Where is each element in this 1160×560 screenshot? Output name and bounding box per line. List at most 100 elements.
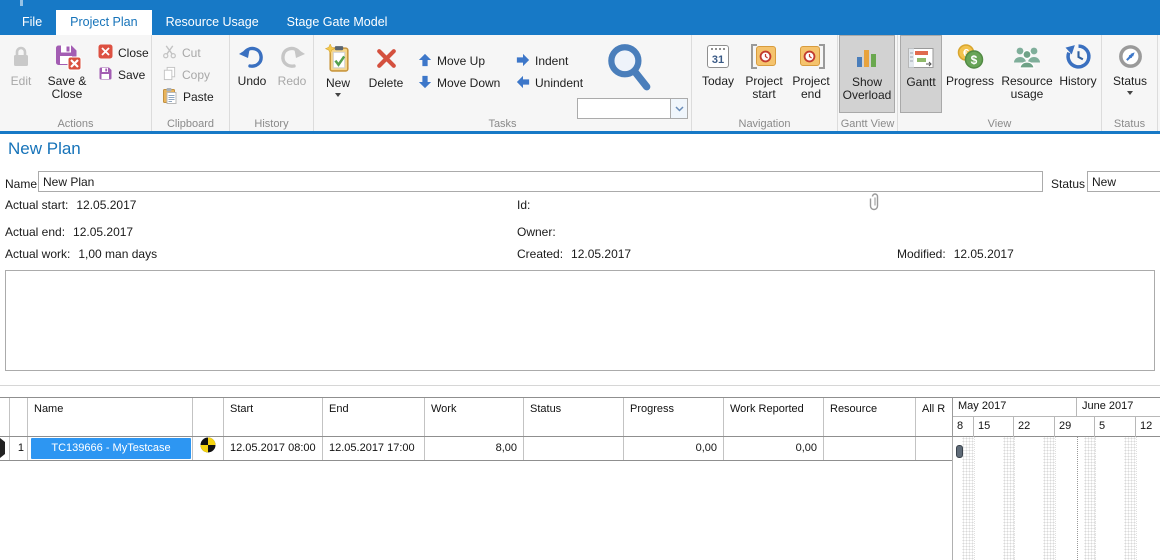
undo-button[interactable]: Undo (232, 35, 272, 113)
show-overload-button[interactable]: Show Overload (839, 35, 895, 113)
progress-cell[interactable]: 0,00 (624, 437, 724, 460)
name-cell[interactable]: TC139666 - MyTestcase (28, 437, 193, 460)
resource-usage-button[interactable]: Resource usage (998, 35, 1056, 113)
end-cell[interactable]: 12.05.2017 17:00 (323, 437, 425, 460)
project-end-button[interactable]: Project end (788, 35, 834, 113)
tab-stage-gate-model[interactable]: Stage Gate Model (273, 10, 402, 35)
work-reported-cell[interactable]: 0,00 (724, 437, 824, 460)
new-button[interactable]: New (316, 37, 360, 115)
calendar-icon: 31 (707, 38, 729, 75)
header-progress[interactable]: Progress (624, 398, 724, 436)
gantt-button[interactable]: Gantt (900, 35, 942, 113)
today-button[interactable]: 31 Today (696, 35, 740, 113)
header-type-icon[interactable] (193, 398, 224, 436)
testcase-icon (200, 437, 216, 460)
table-row[interactable]: 1 TC139666 - MyTestcase 12.05.2017 08:00… (0, 437, 952, 461)
project-start-label: Project start (740, 75, 788, 101)
history-clock-icon (1065, 38, 1092, 75)
calendar-day-text: 31 (712, 54, 724, 67)
modified-label: Modified:12.05.2017 (897, 247, 1014, 261)
header-all-resources[interactable]: All R (916, 398, 952, 436)
redo-icon (277, 38, 307, 75)
compass-icon (1117, 38, 1144, 75)
status-button[interactable]: Status (1106, 35, 1154, 113)
redo-button[interactable]: Redo (272, 35, 312, 113)
row-number-cell: 1 (10, 437, 28, 460)
history-button[interactable]: History (1056, 35, 1100, 113)
gantt-week-tick: 15 (974, 417, 1014, 437)
header-work-reported[interactable]: Work Reported (724, 398, 824, 436)
delete-icon (374, 40, 399, 77)
move-up-button[interactable]: Move Up (414, 50, 500, 72)
move-down-label: Move Down (437, 76, 500, 90)
cut-button[interactable]: Cut (158, 42, 229, 64)
gantt-chart-area[interactable] (952, 437, 1160, 560)
delete-button[interactable]: Delete (362, 37, 410, 115)
status-cell[interactable] (524, 437, 624, 460)
header-resource[interactable]: Resource (824, 398, 916, 436)
gantt-week-tick: 5 (1095, 417, 1136, 437)
all-resources-cell[interactable] (916, 437, 952, 460)
tab-resource-usage[interactable]: Resource Usage (152, 10, 273, 35)
copy-button[interactable]: Copy (158, 64, 229, 86)
group-label-clipboard: Clipboard (152, 118, 229, 130)
progress-label: Progress (946, 75, 994, 88)
header-status[interactable]: Status (524, 398, 624, 436)
close-button[interactable]: Close (94, 42, 150, 64)
header-name[interactable]: Name (28, 398, 193, 436)
header-work[interactable]: Work (425, 398, 524, 436)
today-label: Today (702, 75, 734, 88)
type-icon-cell (193, 437, 224, 460)
created-value: 12.05.2017 (571, 247, 631, 261)
name-input[interactable] (38, 171, 1043, 192)
close-icon (98, 44, 113, 62)
gantt-chart-icon (908, 39, 934, 76)
close-label: Close (118, 46, 149, 60)
indent-button[interactable]: Indent (512, 50, 583, 72)
work-cell[interactable]: 8,00 (425, 437, 524, 460)
paste-icon (162, 87, 178, 107)
redo-label: Redo (278, 75, 307, 88)
status-input[interactable] (1087, 171, 1160, 192)
progress-button[interactable]: €$ Progress (942, 35, 998, 113)
project-start-button[interactable]: Project start (740, 35, 788, 113)
unindent-button[interactable]: Unindent (512, 72, 583, 94)
save-and-close-button[interactable]: Save & Close (40, 35, 94, 113)
ribbon-group-gantt-view: Show Overload Gantt View (838, 35, 898, 131)
search-icon (604, 41, 652, 98)
arrow-up-icon (418, 53, 432, 70)
save-button[interactable]: Save (94, 64, 150, 86)
resource-cell[interactable] (824, 437, 916, 460)
section-divider (0, 385, 1160, 386)
week-gridline (1055, 437, 1056, 560)
unindent-label: Unindent (535, 76, 583, 90)
id-label: Id: (517, 198, 530, 212)
header-start[interactable]: Start (224, 398, 323, 436)
save-close-icon (53, 38, 82, 75)
header-end[interactable]: End (323, 398, 425, 436)
move-down-button[interactable]: Move Down (414, 72, 500, 94)
undo-label: Undo (238, 75, 267, 88)
status-field-label: Status (1051, 177, 1085, 191)
name-field-label: Name (5, 177, 37, 191)
start-cell[interactable]: 12.05.2017 08:00 (224, 437, 323, 460)
week-gridline (974, 437, 975, 560)
combo-dropdown-button[interactable] (671, 98, 688, 119)
table-header-row: Name Start End Work Status Progress Work… (0, 397, 952, 437)
tab-file[interactable]: File (8, 10, 56, 35)
task-search-input[interactable] (577, 98, 671, 119)
paste-button[interactable]: Paste (158, 86, 229, 108)
week-gridline (1136, 437, 1137, 560)
svg-text:$: $ (971, 53, 978, 67)
edit-button[interactable]: Edit (2, 35, 40, 113)
save-icon (98, 66, 113, 84)
history-label: History (1059, 75, 1096, 88)
quick-access-toolbar-fragment (20, 0, 23, 6)
selected-task-name[interactable]: TC139666 - MyTestcase (31, 438, 191, 459)
weekend-band (1124, 437, 1136, 560)
paperclip-icon[interactable] (869, 192, 881, 216)
task-bar[interactable] (956, 445, 963, 458)
lock-icon (9, 38, 33, 75)
description-field[interactable] (5, 270, 1155, 371)
tab-project-plan[interactable]: Project Plan (56, 10, 151, 35)
